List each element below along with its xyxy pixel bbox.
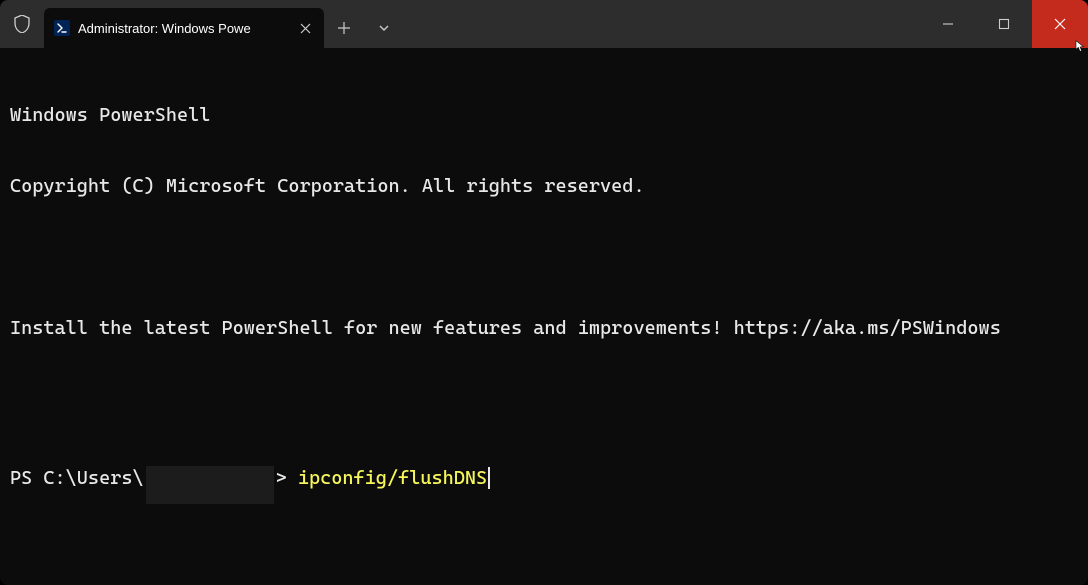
terminal-blank-line bbox=[10, 246, 1078, 270]
maximize-button[interactable] bbox=[976, 0, 1032, 48]
terminal-content[interactable]: Windows PowerShell Copyright (C) Microso… bbox=[0, 48, 1088, 585]
terminal-window: Administrator: Windows Powe bbox=[0, 0, 1088, 585]
prompt-prefix: PS C:\Users\ bbox=[10, 467, 144, 491]
chevron-down-icon bbox=[378, 22, 390, 34]
tab-title: Administrator: Windows Powe bbox=[78, 21, 288, 36]
tab-active[interactable]: Administrator: Windows Powe bbox=[44, 8, 324, 48]
new-tab-button[interactable] bbox=[324, 21, 364, 35]
window-close-button[interactable] bbox=[1032, 0, 1088, 48]
shield-icon bbox=[14, 15, 30, 33]
terminal-line: Install the latest PowerShell for new fe… bbox=[10, 317, 1078, 341]
tab-dropdown-button[interactable] bbox=[364, 22, 404, 34]
terminal-line: Copyright (C) Microsoft Corporation. All… bbox=[10, 175, 1078, 199]
redacted-username bbox=[146, 466, 274, 504]
powershell-icon bbox=[54, 20, 70, 36]
close-icon bbox=[1054, 18, 1066, 30]
text-caret bbox=[488, 467, 490, 489]
minimize-button[interactable] bbox=[920, 0, 976, 48]
maximize-icon bbox=[998, 18, 1010, 30]
titlebar: Administrator: Windows Powe bbox=[0, 0, 1088, 48]
close-icon bbox=[300, 23, 311, 34]
window-controls bbox=[920, 0, 1088, 48]
minimize-icon bbox=[942, 18, 954, 30]
admin-shield-slot bbox=[0, 0, 44, 48]
tab-controls bbox=[324, 8, 404, 48]
terminal-blank-line bbox=[10, 389, 1078, 413]
terminal-line: Windows PowerShell bbox=[10, 104, 1078, 128]
command-text: ipconfig/flushDNS bbox=[298, 467, 487, 491]
prompt-line: PS C:\Users\ > ipconfig/flushDNS bbox=[10, 460, 1078, 498]
plus-icon bbox=[337, 21, 351, 35]
prompt-suffix: > bbox=[276, 467, 287, 491]
tab-close-button[interactable] bbox=[296, 19, 314, 37]
